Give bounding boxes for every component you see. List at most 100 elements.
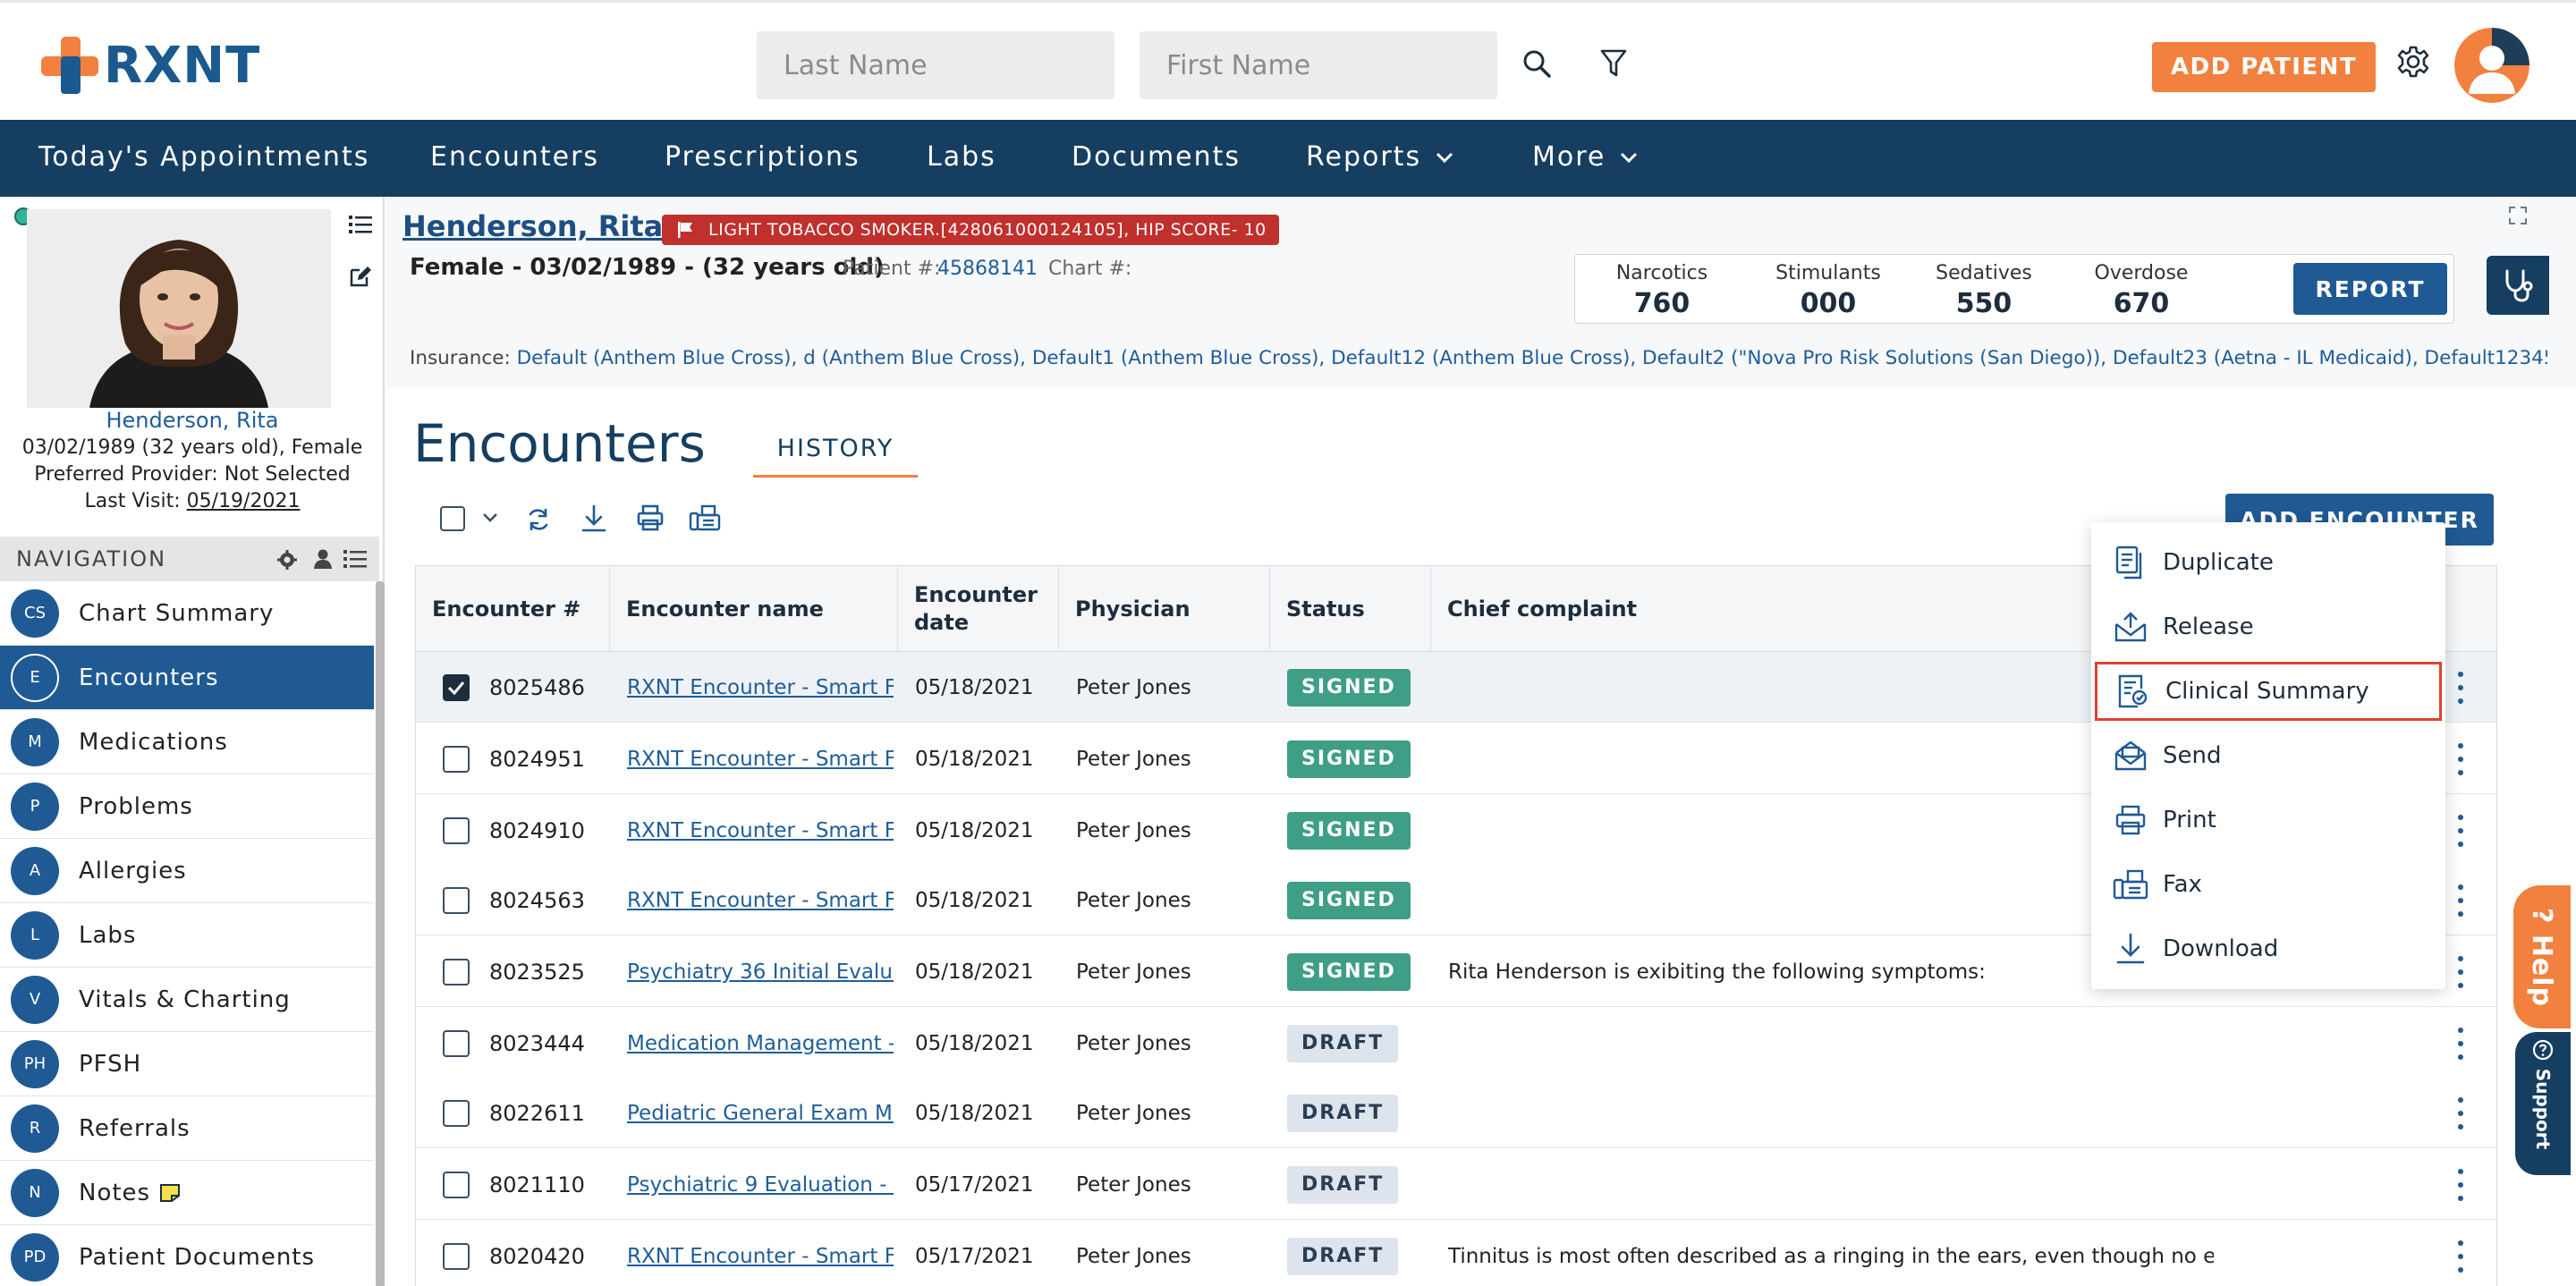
sidebar-scrollbar[interactable]: [376, 581, 385, 1286]
encounter-name-link[interactable]: RXNT Encounter - Smart Form: [627, 865, 894, 935]
row-checkbox[interactable]: [443, 1008, 470, 1079]
menu-item-print[interactable]: Print: [2095, 791, 2442, 850]
sidebar-item-problems[interactable]: P Problems: [0, 774, 374, 839]
first-name-input[interactable]: [1140, 31, 1497, 99]
nav-prescriptions[interactable]: Prescriptions: [665, 141, 860, 173]
select-all-checkbox[interactable]: [440, 506, 465, 531]
nav-labs[interactable]: Labs: [927, 141, 996, 173]
column-header-encounter-number[interactable]: Encounter #: [416, 566, 609, 652]
encounter-name-link[interactable]: RXNT Encounter - Smart Form: [627, 723, 894, 794]
encounter-name-link[interactable]: RXNT Encounter - Smart Form: [627, 795, 894, 866]
row-checkbox[interactable]: [443, 1078, 470, 1148]
row-checkbox[interactable]: [443, 652, 470, 723]
nav-badge: PD: [11, 1232, 59, 1282]
row-actions-button[interactable]: [2452, 740, 2470, 779]
row-checkbox[interactable]: [443, 936, 470, 1007]
menu-item-duplicate[interactable]: Duplicate: [2095, 533, 2442, 592]
nav-more[interactable]: More: [1532, 141, 1638, 173]
row-checkbox[interactable]: [443, 795, 470, 866]
encounter-name-link[interactable]: Psychiatry 36 Initial Evaluation: [627, 936, 894, 1007]
user-icon[interactable]: [313, 549, 333, 569]
filter-button[interactable]: [1594, 44, 1633, 83]
row-checkbox[interactable]: [443, 723, 470, 794]
encounter-date: 05/18/2021: [915, 675, 1034, 699]
encounter-name-link[interactable]: RXNT Encounter - Smart Form: [627, 652, 894, 723]
select-options-dropdown[interactable]: [481, 512, 499, 524]
menu-item-label: Fax: [2163, 871, 2202, 898]
row-actions-button[interactable]: [2452, 668, 2470, 707]
menu-item-release[interactable]: Release: [2095, 597, 2442, 656]
table-row[interactable]: 8023444 Medication Management - New 05/18/…: [416, 1008, 2496, 1079]
patient-name-header[interactable]: Henderson, Rita: [402, 209, 663, 243]
table-row[interactable]: 8021110 Psychiatric 9 Evaluation - Smart …: [416, 1149, 2496, 1220]
refresh-button[interactable]: [526, 506, 551, 533]
nav-todays-appointments[interactable]: Today's Appointments: [38, 141, 369, 173]
help-tab[interactable]: ? Help: [2513, 885, 2571, 1028]
settings-button[interactable]: [2394, 42, 2433, 81]
sidebar-item-patient-documents[interactable]: PD Patient Documents: [0, 1225, 374, 1286]
menu-item-clinical-summary[interactable]: Clinical Summary: [2095, 662, 2442, 721]
row-checkbox[interactable]: [443, 1221, 470, 1286]
sidebar-item-label: PFSH: [79, 1050, 142, 1078]
encounter-name-link[interactable]: Psychiatric 9 Evaluation - Smart Form: [627, 1149, 894, 1220]
rxnt-logo[interactable]: RXNT: [39, 35, 260, 96]
nav-documents[interactable]: Documents: [1072, 141, 1241, 173]
nav-label: Reports: [1306, 141, 1422, 173]
column-header-encounter-date[interactable]: Encounter date: [897, 566, 1058, 652]
print-button[interactable]: [637, 504, 664, 531]
column-header-encounter-name[interactable]: Encounter name: [609, 566, 897, 652]
patient-dob: 03/02/1989 (32 years old), Female: [21, 436, 363, 459]
sidebar-item-notes[interactable]: N Notes: [0, 1161, 374, 1225]
edit-patient-button[interactable]: [349, 265, 372, 288]
menu-item-label: Duplicate: [2163, 549, 2274, 576]
encounter-name-link[interactable]: RXNT Encounter - Smart Form: [627, 1221, 894, 1286]
user-avatar[interactable]: [2454, 28, 2529, 103]
insurance-value[interactable]: Default (Anthem Blue Cross), d (Anthem B…: [517, 347, 2547, 369]
patient-name-link[interactable]: Henderson, Rita: [0, 408, 385, 433]
row-actions-button[interactable]: [2452, 1165, 2470, 1205]
pdmp-report-button[interactable]: REPORT: [2293, 263, 2447, 315]
nav-reports[interactable]: Reports: [1306, 141, 1453, 173]
status-badge: DRAFT: [1287, 1165, 1399, 1204]
sidebar-item-referrals[interactable]: R Referrals: [0, 1096, 374, 1161]
row-actions-button[interactable]: [2452, 1024, 2470, 1063]
row-actions-button[interactable]: [2452, 1237, 2470, 1276]
clinical-tools-button[interactable]: [2487, 256, 2549, 315]
row-checkbox[interactable]: [443, 1149, 470, 1220]
sidebar-item-pfsh[interactable]: PH PFSH: [0, 1032, 374, 1096]
menu-item-fax[interactable]: Fax: [2095, 855, 2442, 914]
menu-item-send[interactable]: Send: [2095, 726, 2442, 785]
last-name-input[interactable]: [757, 31, 1114, 99]
sidebar-item-encounters[interactable]: E Encounters: [0, 646, 374, 710]
row-actions-button[interactable]: [2452, 881, 2470, 920]
fax-button[interactable]: [689, 504, 721, 531]
table-row[interactable]: 8022611 Pediatric General Exam Master 05/1…: [416, 1078, 2496, 1148]
last-visit-date[interactable]: 05/19/2021: [187, 490, 301, 512]
menu-item-download[interactable]: Download: [2095, 919, 2442, 978]
list-icon[interactable]: [343, 550, 367, 568]
sidebar-item-vitals-charting[interactable]: V Vitals & Charting: [0, 968, 374, 1032]
sidebar-item-medications[interactable]: M Medications: [0, 710, 374, 774]
row-actions-button[interactable]: [2452, 952, 2470, 992]
row-checkbox[interactable]: [443, 865, 470, 935]
sidebar-item-chart-summary[interactable]: CS Chart Summary: [0, 581, 374, 646]
row-actions-button[interactable]: [2452, 1094, 2470, 1133]
sidebar-item-labs[interactable]: L Labs: [0, 903, 374, 968]
expand-button[interactable]: [2508, 206, 2528, 225]
download-button[interactable]: [581, 504, 606, 533]
add-patient-button[interactable]: ADD PATIENT: [2152, 42, 2376, 92]
sidebar-item-allergies[interactable]: A Allergies: [0, 839, 374, 903]
support-tab[interactable]: Support: [2515, 1032, 2571, 1175]
column-header-physician[interactable]: Physician: [1058, 566, 1269, 652]
search-button[interactable]: [1517, 44, 1556, 83]
row-actions-button[interactable]: [2452, 811, 2470, 850]
encounter-name-link[interactable]: Medication Management - New: [627, 1008, 894, 1079]
gear-icon[interactable]: [277, 550, 297, 570]
table-row[interactable]: 8020420 RXNT Encounter - Smart Form 05/17/…: [416, 1221, 2496, 1286]
encounter-name-link[interactable]: Pediatric General Exam Master: [627, 1078, 894, 1148]
nav-encounters[interactable]: Encounters: [430, 141, 599, 173]
column-header-status[interactable]: Status: [1269, 566, 1430, 652]
flag-icon: [678, 222, 692, 238]
patient-list-button[interactable]: [349, 215, 372, 234]
tab-history[interactable]: HISTORY: [753, 435, 918, 478]
